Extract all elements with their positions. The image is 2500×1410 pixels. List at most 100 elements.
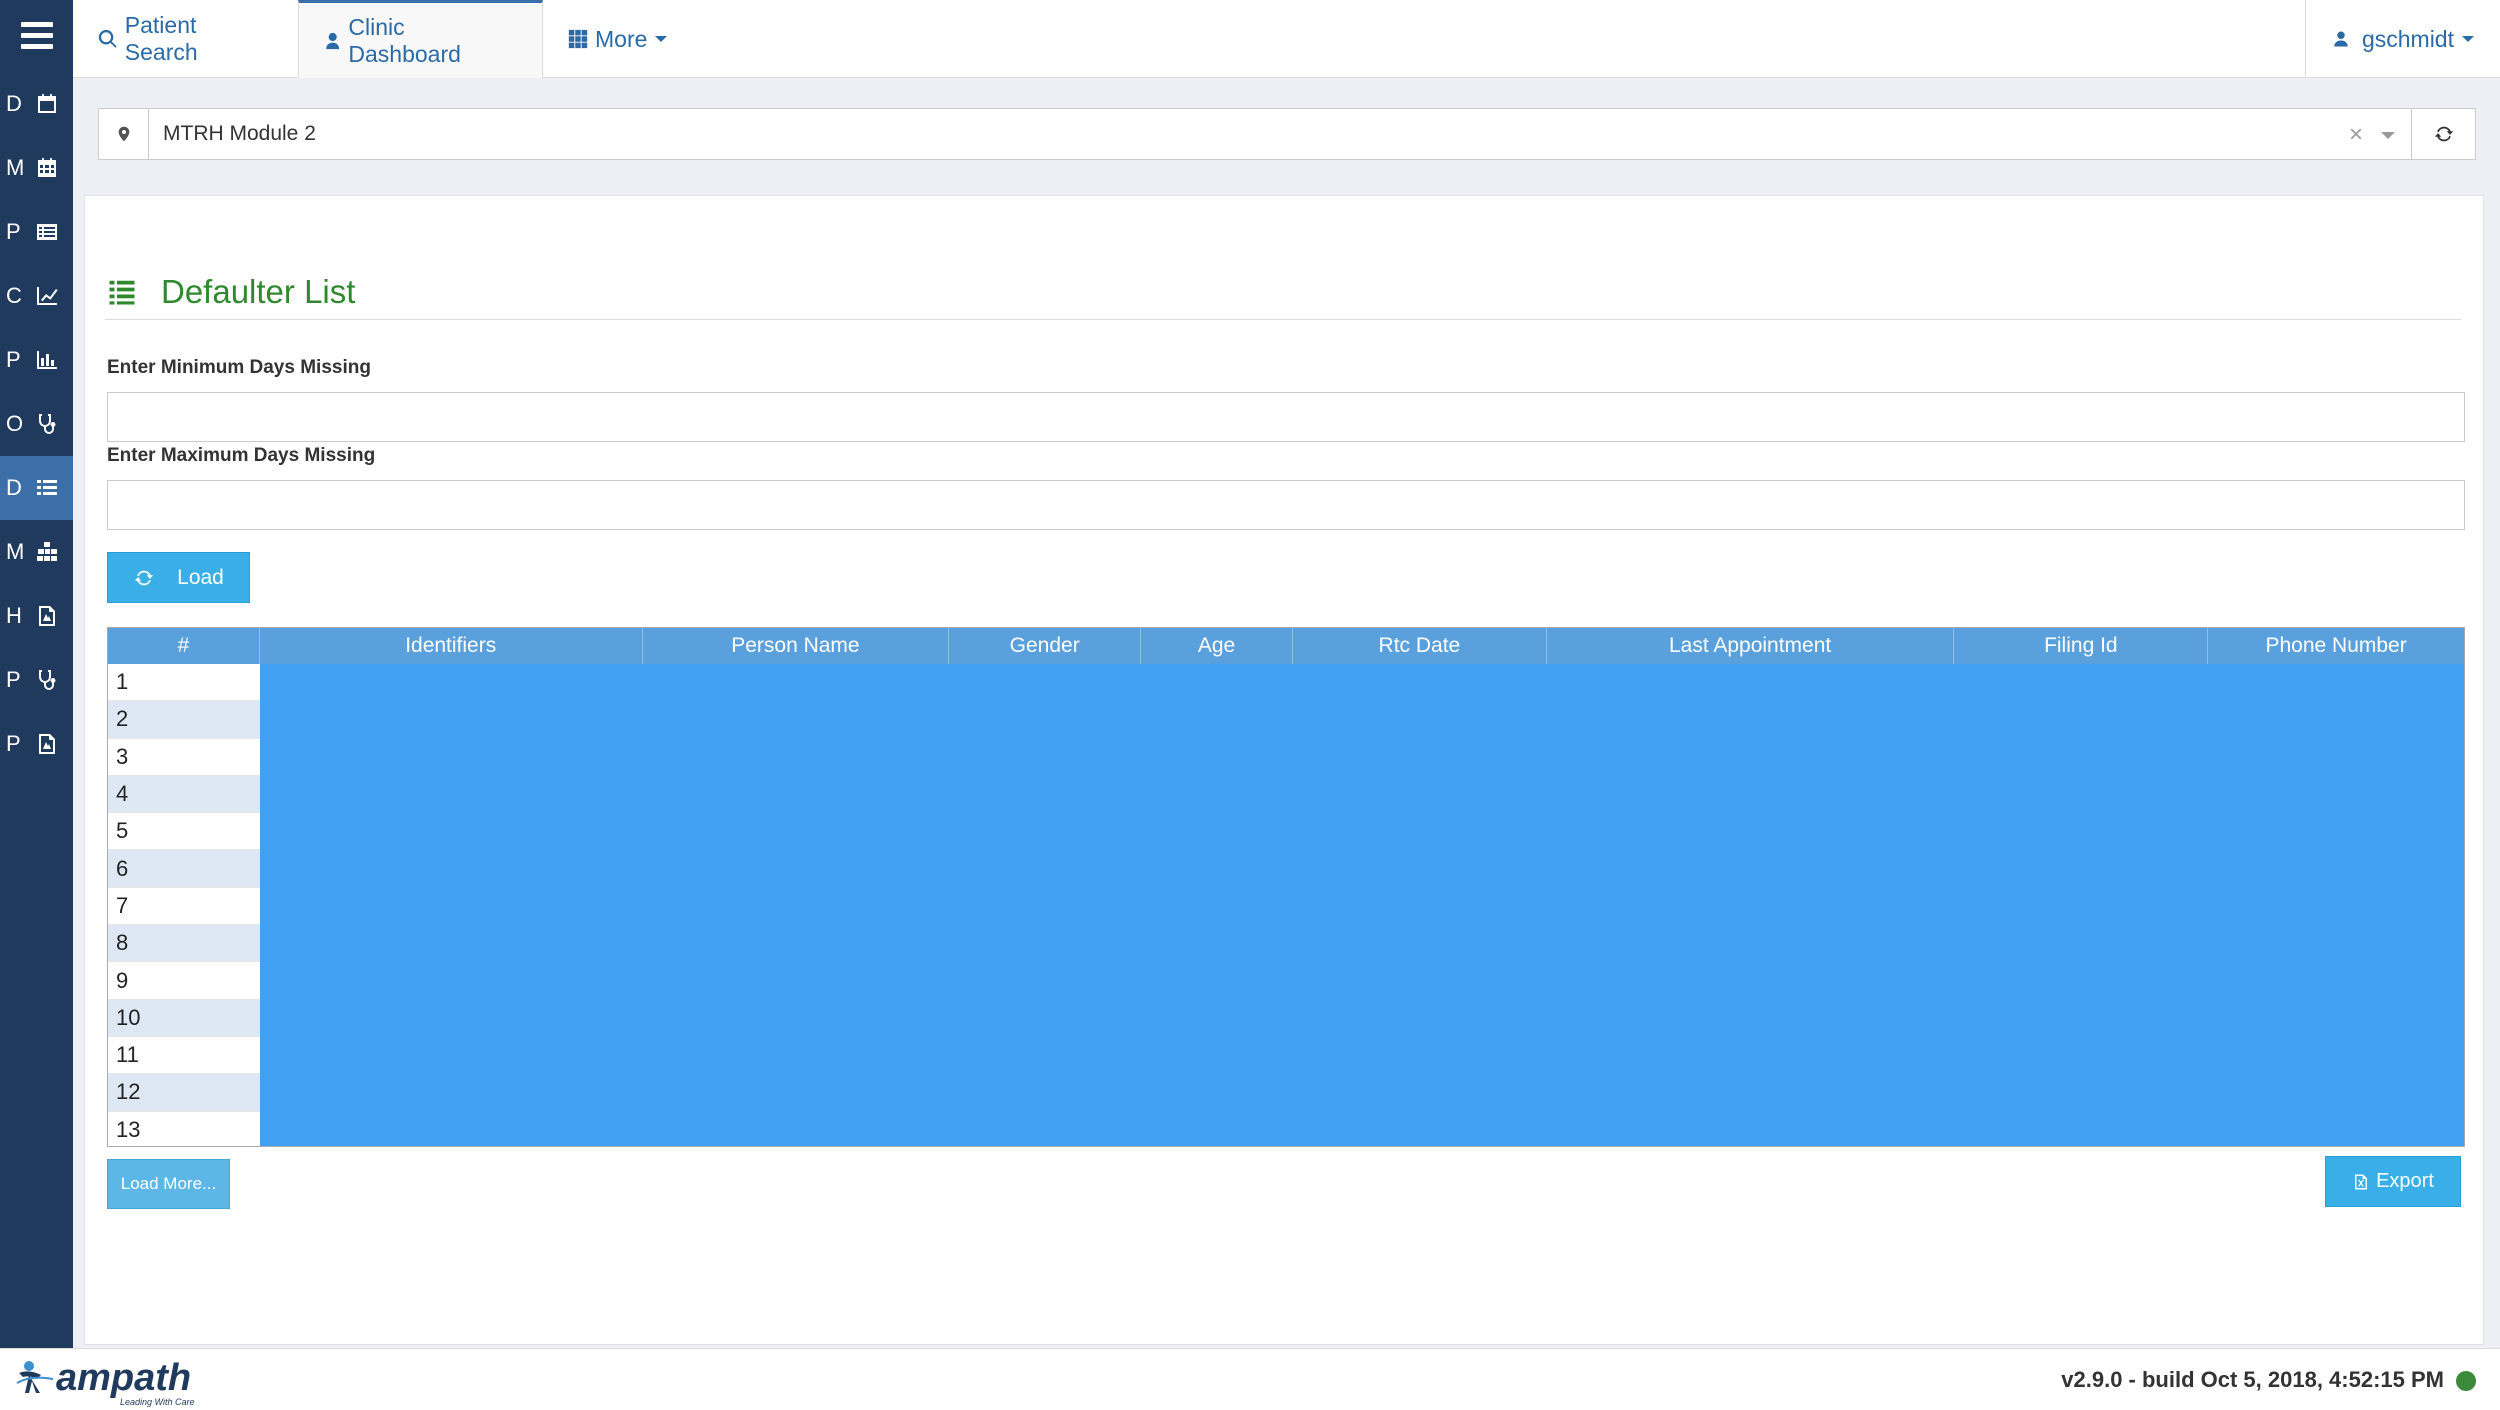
table-row[interactable]: 10	[108, 999, 260, 1037]
clear-icon[interactable]: ×	[2349, 121, 2363, 149]
footer: ampath Leading With Care v2.9.0 - build …	[0, 1348, 2500, 1410]
table-row[interactable]: 6	[108, 850, 260, 888]
more-menu-label: More	[595, 25, 648, 52]
table-row[interactable]: 1	[108, 664, 260, 702]
selected-rows-overlay[interactable]	[260, 664, 2464, 1146]
hamburger-menu-button[interactable]	[0, 0, 73, 72]
table-row[interactable]: 11	[108, 1037, 260, 1075]
tab-patient-search[interactable]: Patient Search	[73, 0, 298, 78]
pdf-file-icon	[34, 603, 60, 629]
sidebar-item-letter: M	[6, 155, 25, 180]
caret-down-icon	[655, 36, 668, 42]
export-button[interactable]: Export	[2325, 1156, 2461, 1207]
sidebar-item-letter: P	[6, 731, 21, 756]
column-header[interactable]: Age	[1141, 628, 1293, 664]
location-value: MTRH Module 2	[163, 122, 316, 145]
sidebar-item-letter: P	[6, 667, 21, 692]
load-more-label: Load More...	[120, 1174, 217, 1193]
column-header[interactable]: Last Appointment	[1547, 628, 1955, 664]
search-icon	[98, 29, 117, 48]
grid-icon	[568, 29, 588, 49]
tab-clinic-dashboard[interactable]: Clinic Dashboard	[298, 0, 543, 78]
list-icon	[34, 475, 60, 501]
hamburger-icon	[20, 22, 53, 50]
sidebar-item-letter: P	[6, 219, 21, 244]
location-selector: MTRH Module 2 ×	[98, 108, 2476, 160]
username: gschmidt	[2361, 25, 2454, 52]
table-row[interactable]: 13	[108, 1112, 260, 1146]
table-row[interactable]: 8	[108, 925, 260, 963]
min-days-label: Enter Minimum Days Missing	[107, 357, 371, 378]
column-header[interactable]: Person Name	[643, 628, 950, 664]
list-icon	[109, 280, 135, 304]
cubes-icon	[34, 539, 60, 565]
table-row[interactable]: 2	[108, 701, 260, 739]
sidebar-item-letter: D	[6, 475, 22, 500]
list-alt-icon	[34, 219, 60, 245]
sidebar-item-6[interactable]: O	[0, 392, 73, 456]
user-md-icon	[326, 32, 340, 49]
version-info: v2.9.0 - build Oct 5, 2018, 4:52:15 PM	[2061, 1367, 2444, 1392]
grid-header: # Identifiers Person Name Gender Age Rtc…	[108, 628, 2464, 664]
export-label: Export	[2376, 1170, 2434, 1192]
caret-down-icon	[2462, 36, 2474, 42]
table-row[interactable]: 12	[108, 1074, 260, 1112]
sidebar-item-5[interactable]: P	[0, 328, 73, 392]
calendar-icon	[34, 91, 60, 117]
stethoscope-icon	[34, 667, 60, 693]
max-days-input[interactable]	[107, 480, 2465, 530]
line-chart-icon	[34, 283, 60, 309]
page-header: Defaulter List	[105, 273, 2461, 320]
user-menu-button[interactable]: gschmidt	[2304, 0, 2500, 78]
row-numbers: 1 2 3 4 5 6 7 8 9 10 11 12 13	[108, 664, 260, 1146]
sidebar-item-3[interactable]: P	[0, 200, 73, 264]
load-button-label: Load	[177, 565, 224, 589]
more-menu-button[interactable]: More	[543, 0, 691, 78]
refresh-location-button[interactable]	[2411, 109, 2475, 159]
tab-patient-search-label: Patient Search	[124, 12, 198, 65]
sidebar-item-letter: H	[6, 603, 22, 628]
table-row[interactable]: 3	[108, 739, 260, 776]
pdf-file-icon	[34, 731, 60, 757]
load-button[interactable]: Load	[107, 552, 250, 603]
tab-clinic-dashboard-label: Clinic Dashboard	[348, 13, 461, 67]
excel-file-icon	[2355, 1174, 2368, 1189]
sidebar-item-1[interactable]: D	[0, 72, 73, 136]
sidebar-item-letter: D	[6, 91, 22, 116]
location-select[interactable]: MTRH Module 2 ×	[149, 109, 2411, 159]
ampath-logo-icon	[16, 1361, 54, 1393]
table-row[interactable]: 5	[108, 813, 260, 851]
user-icon	[2334, 31, 2348, 47]
column-header[interactable]: Gender	[949, 628, 1142, 664]
table-row[interactable]: 9	[108, 962, 260, 1000]
sidebar-item-letter: P	[6, 347, 21, 372]
sidebar-item-4[interactable]: C	[0, 264, 73, 328]
defaulter-list-panel: Defaulter List Enter Minimum Days Missin…	[84, 195, 2484, 1345]
refresh-icon	[134, 570, 154, 585]
column-header[interactable]: #	[108, 628, 260, 664]
load-more-button[interactable]: Load More...	[107, 1159, 230, 1209]
max-days-label: Enter Maximum Days Missing	[107, 445, 376, 466]
calendar-grid-icon	[34, 155, 60, 181]
sidebar-item-7[interactable]: D	[0, 456, 73, 520]
grid-body: 1 2 3 4 5 6 7 8 9 10 11 12 13	[108, 664, 2464, 1146]
map-marker-icon	[99, 109, 149, 159]
refresh-icon	[2434, 126, 2453, 142]
table-row[interactable]: 4	[108, 775, 260, 814]
ampath-logo: ampath Leading With Care	[14, 1357, 194, 1407]
sidebar-item-2[interactable]: M	[0, 136, 73, 200]
sidebar-item-10[interactable]: P	[0, 648, 73, 712]
dropdown-arrow-icon[interactable]	[2381, 132, 2395, 139]
connection-status-indicator	[2456, 1371, 2476, 1391]
column-header[interactable]: Identifiers	[260, 628, 643, 664]
column-header[interactable]: Rtc Date	[1293, 628, 1547, 664]
column-header[interactable]: Phone Number	[2208, 628, 2464, 664]
sidebar-item-11[interactable]: P	[0, 712, 73, 776]
sidebar-item-8[interactable]: M	[0, 520, 73, 584]
bar-chart-icon	[34, 347, 60, 373]
sidebar-item-9[interactable]: H	[0, 584, 73, 648]
column-header[interactable]: Filing Id	[1954, 628, 2209, 664]
min-days-input[interactable]	[107, 392, 2465, 442]
table-row[interactable]: 7	[108, 888, 260, 926]
top-navbar: Patient Search Clinic Dashboard More gsc…	[73, 0, 2500, 78]
